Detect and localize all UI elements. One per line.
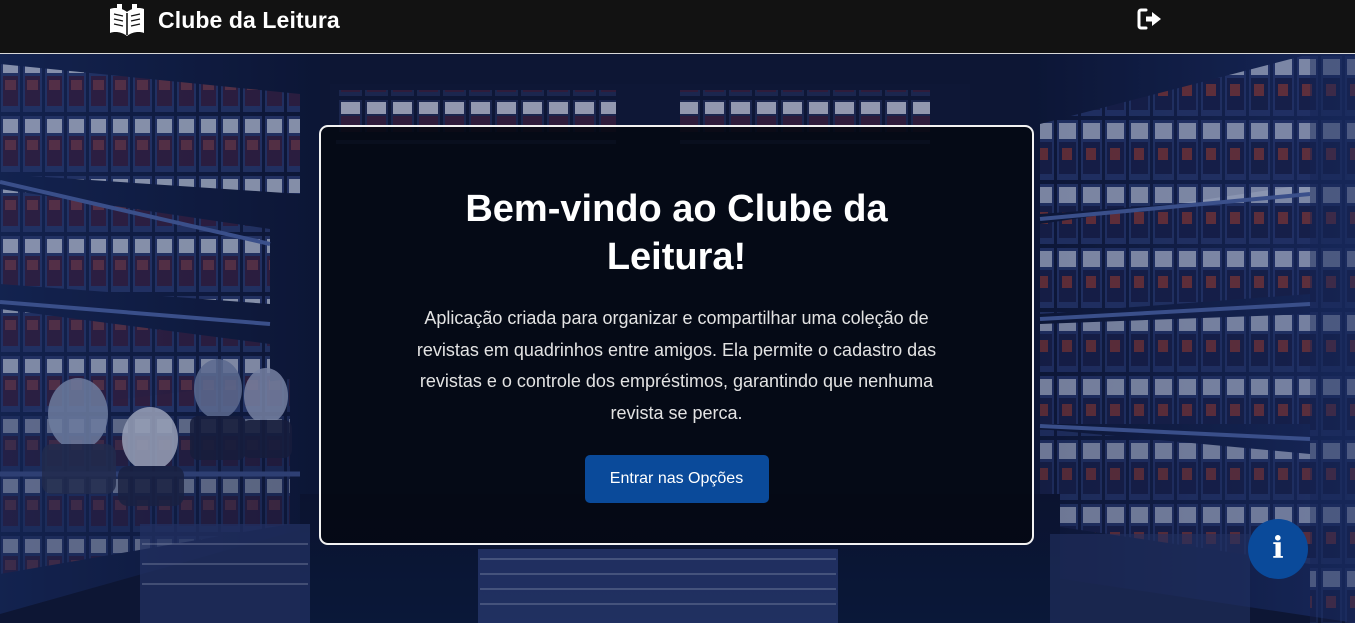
welcome-description: Aplicação criada para organizar e compar… [416,308,937,423]
sign-out-icon [1137,8,1161,30]
welcome-title: Bem-vindo ao Clube da Leitura! [465,188,888,278]
top-navbar: Clube da Leitura [0,0,1355,54]
book-open-icon [110,4,144,36]
brand-title: Clube da Leitura [158,6,340,33]
welcome-card: Bem-vindo ao Clube da Leitura! Aplicação… [319,125,1034,545]
info-icon: i [1272,531,1284,566]
info-button[interactable]: i [1248,519,1308,579]
hero-section: Bem-vindo ao Clube da Leitura! Aplicação… [0,54,1355,623]
enter-options-button[interactable]: Entrar nas Opções [584,455,769,503]
brand-link[interactable]: Clube da Leitura [108,3,340,37]
logout-button[interactable] [1137,7,1163,31]
